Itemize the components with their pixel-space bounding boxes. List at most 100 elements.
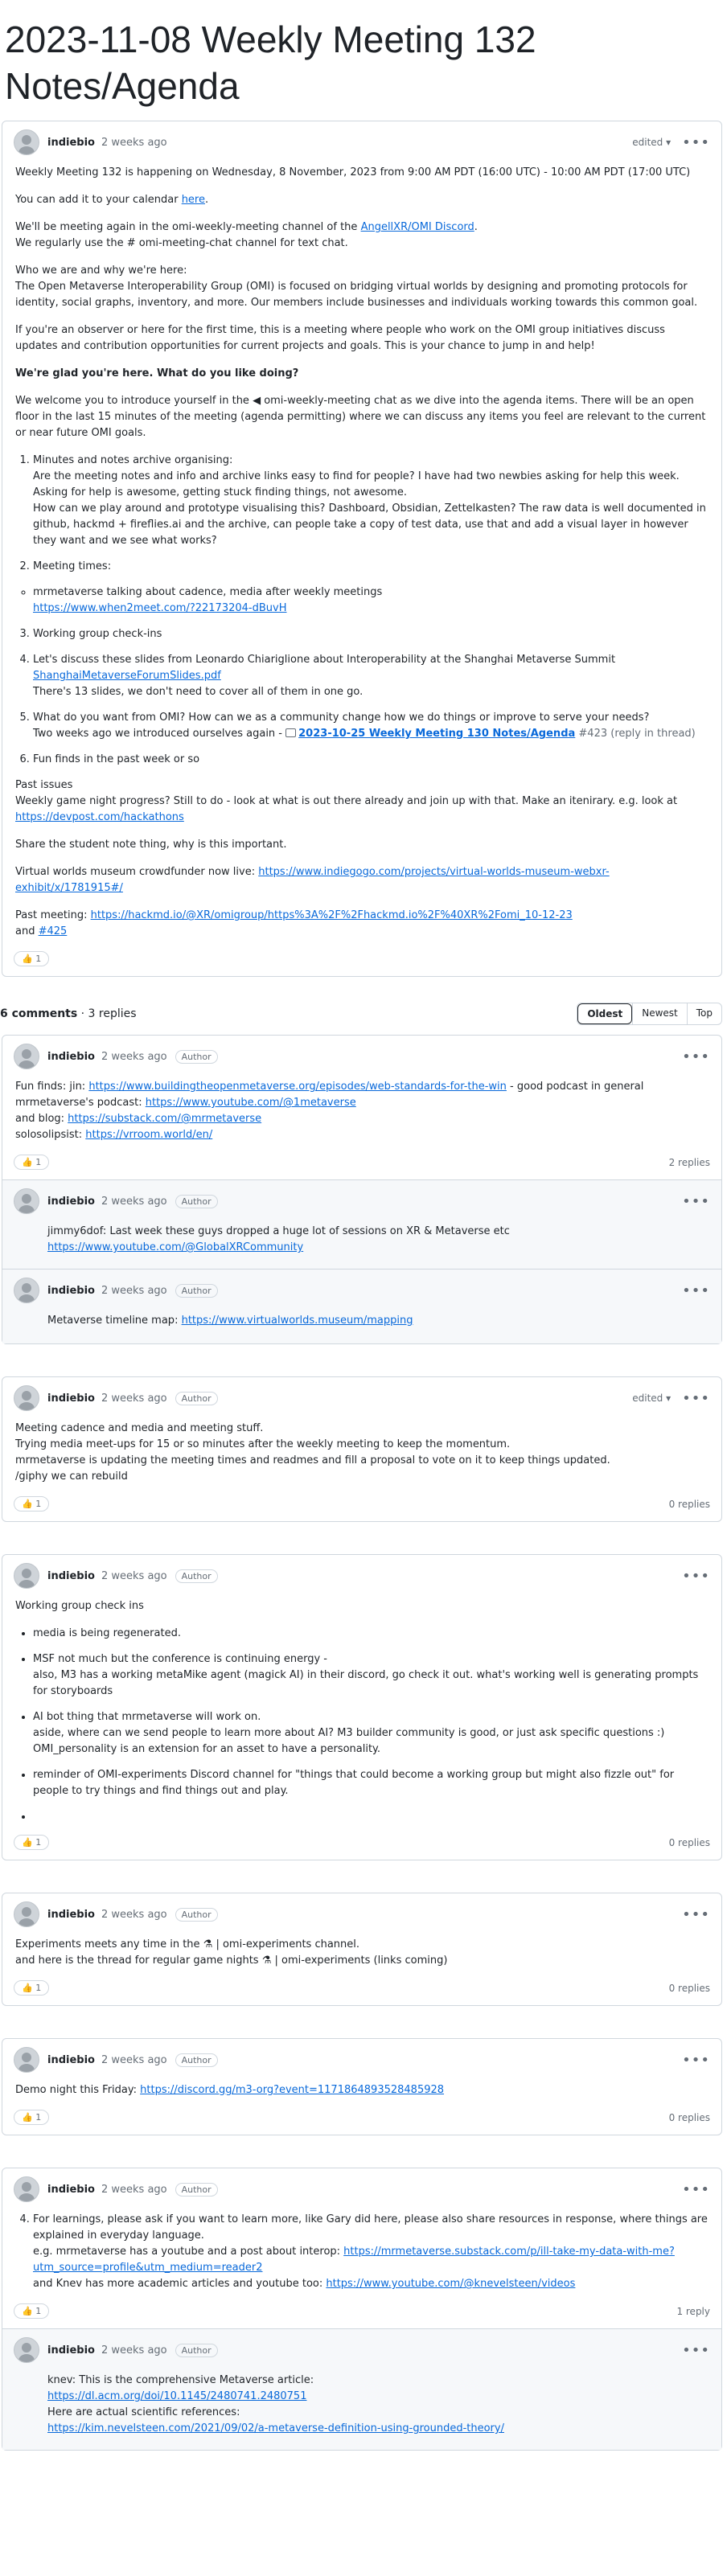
author-name[interactable]: indiebio [47, 2184, 95, 2196]
author-name[interactable]: indiebio [47, 1196, 95, 1208]
author-name[interactable]: indiebio [47, 1909, 95, 1921]
avatar[interactable] [14, 2176, 39, 2202]
edited-dropdown[interactable]: edited ▾ [632, 1393, 671, 1404]
globalxr-link[interactable]: https://www.youtube.com/@GlobalXRCommuni… [47, 1241, 303, 1253]
avatar[interactable] [14, 1563, 39, 1589]
avatar[interactable] [14, 1901, 39, 1927]
thumbs-up-reaction[interactable]: 👍 1 [14, 1496, 50, 1512]
thumbs-up-reaction[interactable]: 👍 1 [14, 1835, 50, 1850]
slides-link[interactable]: ShanghaiMetaverseForumSlides.pdf [33, 670, 221, 682]
avatar[interactable] [14, 2337, 39, 2363]
reply-body: jimmy6dof: Last week these guys dropped … [2, 1222, 721, 1269]
acm-link[interactable]: https://dl.acm.org/doi/10.1145/2480741.2… [47, 2390, 306, 2402]
reply-header: indiebio 2 weeks ago Author ••• [2, 1270, 721, 1311]
reply-count[interactable]: 0 replies [669, 1983, 710, 1994]
vrroom-link[interactable]: https://vrroom.world/en/ [85, 1129, 212, 1141]
more-options-icon[interactable]: ••• [682, 134, 710, 151]
timeline-map-link[interactable]: https://www.virtualworlds.museum/mapping [182, 1315, 413, 1327]
list-item: AI bot thing that mrmetaverse will work … [33, 1709, 709, 1758]
timestamp[interactable]: 2 weeks ago [101, 2184, 167, 2196]
list-item: For learnings, please ask if you want to… [33, 2212, 709, 2292]
thumbs-up-reaction[interactable]: 👍 1 [14, 1155, 50, 1170]
thumbs-up-reaction[interactable]: 👍 1 [14, 2303, 50, 2319]
timestamp[interactable]: 2 weeks ago [101, 1051, 167, 1063]
calendar-text: You can add it to your calendar here. [15, 194, 209, 206]
blog-link[interactable]: https://substack.com/@mrmetaverse [68, 1113, 261, 1125]
more-options-icon[interactable]: ••• [682, 1568, 710, 1585]
reply: indiebio 2 weeks ago Author ••• Metavers… [2, 1269, 721, 1343]
reply: indiebio 2 weeks ago Author ••• knev: Th… [2, 2328, 721, 2450]
demo-label: Demo night this Friday: [15, 2084, 141, 2096]
more-options-icon[interactable]: ••• [682, 1282, 710, 1299]
past-meeting-link[interactable]: https://hackmd.io/@XR/omigroup/https%3A%… [91, 909, 573, 921]
comment-body: Fun finds: jin: https://www.buildingtheo… [2, 1077, 721, 1155]
more-options-icon[interactable]: ••• [682, 2052, 710, 2069]
timestamp[interactable]: 2 weeks ago [101, 1570, 167, 1582]
sort-oldest-button[interactable]: Oldest [577, 1003, 633, 1024]
youtube-link[interactable]: https://www.youtube.com/@1metaverse [146, 1097, 356, 1109]
author-name[interactable]: indiebio [47, 137, 95, 149]
line: /giphy we can rebuild [15, 1471, 128, 1483]
reply-header: indiebio 2 weeks ago Author ••• [2, 2329, 721, 2371]
author-name[interactable]: indiebio [47, 2344, 95, 2357]
timestamp[interactable]: 2 weeks ago [101, 137, 167, 149]
reply-count[interactable]: 1 reply [676, 2306, 710, 2317]
discussion-page: 2023-11-08 Weekly Meeting 132 Notes/Agen… [0, 0, 727, 2576]
avatar[interactable] [14, 1044, 39, 1069]
nevelsteen-link[interactable]: https://kim.nevelsteen.com/2021/09/02/a-… [47, 2422, 504, 2434]
discord-event-link[interactable]: https://discord.gg/m3-org?event=11718648… [140, 2084, 444, 2096]
calendar-link[interactable]: here [182, 194, 205, 206]
thumbs-up-reaction[interactable]: 👍 1 [14, 951, 50, 966]
edited-dropdown[interactable]: edited ▾ [632, 137, 671, 148]
knev-youtube-link[interactable]: https://www.youtube.com/@knevelsteen/vid… [326, 2278, 575, 2290]
comment-header: indiebio 2 weeks ago Author ••• [2, 1555, 721, 1597]
comment-body: Experiments meets any time in the ⚗ | om… [2, 1935, 721, 1980]
more-options-icon[interactable]: ••• [682, 1193, 710, 1210]
devpost-link[interactable]: https://devpost.com/hackathons [15, 811, 184, 823]
discussion-icon [285, 728, 297, 737]
more-options-icon[interactable]: ••• [682, 1048, 710, 1065]
meeting-time-text: Weekly Meeting 132 is happening on Wedne… [15, 166, 691, 178]
author-badge: Author [175, 1391, 218, 1405]
more-options-icon[interactable]: ••• [682, 2342, 710, 2359]
thumbs-up-reaction[interactable]: 👍 1 [14, 2110, 50, 2125]
avatar[interactable] [14, 1385, 39, 1411]
avatar[interactable] [14, 129, 39, 155]
timestamp[interactable]: 2 weeks ago [101, 1196, 167, 1208]
more-options-icon[interactable]: ••• [682, 1390, 710, 1407]
author-name[interactable]: indiebio [47, 1570, 95, 1582]
author-name[interactable]: indiebio [47, 1051, 95, 1063]
discord-link[interactable]: AngellXR/OMI Discord [361, 221, 474, 233]
more-options-icon[interactable]: ••• [682, 2181, 710, 2198]
reply-count[interactable]: 0 replies [669, 2112, 710, 2123]
avatar[interactable] [14, 1188, 39, 1214]
previous-meeting-link[interactable]: 2023-10-25 Weekly Meeting 130 Notes/Agen… [298, 728, 575, 740]
timestamp[interactable]: 2 weeks ago [101, 1909, 167, 1921]
discord-label: We'll be meeting again in the omi-weekly… [15, 221, 361, 233]
when2meet-link[interactable]: https://www.when2meet.com/?22173204-dBuv… [33, 602, 287, 614]
author-name[interactable]: indiebio [47, 1285, 95, 1297]
timestamp[interactable]: 2 weeks ago [101, 2344, 167, 2357]
reply-count[interactable]: 2 replies [669, 1157, 710, 1168]
comment-footer: 👍 1 0 replies [2, 1980, 721, 2005]
timestamp[interactable]: 2 weeks ago [101, 1393, 167, 1405]
reply-text: Metaverse timeline map: https://www.virt… [47, 1313, 709, 1329]
sort-newest-button[interactable]: Newest [632, 1003, 687, 1024]
avatar[interactable] [14, 1278, 39, 1303]
thumbs-up-reaction[interactable]: 👍 1 [14, 1980, 50, 1996]
reply-count[interactable]: 0 replies [669, 1499, 710, 1510]
and-text: and [15, 925, 39, 937]
author-name[interactable]: indiebio [47, 1393, 95, 1405]
comment-body: Demo night this Friday: https://discord.… [2, 2081, 721, 2110]
issue-link[interactable]: #425 [39, 925, 68, 937]
sort-top-button[interactable]: Top [686, 1003, 721, 1024]
podcast-link[interactable]: https://www.buildingtheopenmetaverse.org… [88, 1081, 507, 1093]
author-name[interactable]: indiebio [47, 2054, 95, 2066]
timestamp[interactable]: 2 weeks ago [101, 2054, 167, 2066]
reply-count[interactable]: 0 replies [669, 1837, 710, 1848]
avatar[interactable] [14, 2047, 39, 2073]
thread-ref[interactable]: #423 (reply in thread) [575, 728, 695, 740]
more-options-icon[interactable]: ••• [682, 1906, 710, 1923]
agenda-list: Minutes and notes archive organising: Are… [15, 453, 709, 768]
timestamp[interactable]: 2 weeks ago [101, 1285, 167, 1297]
